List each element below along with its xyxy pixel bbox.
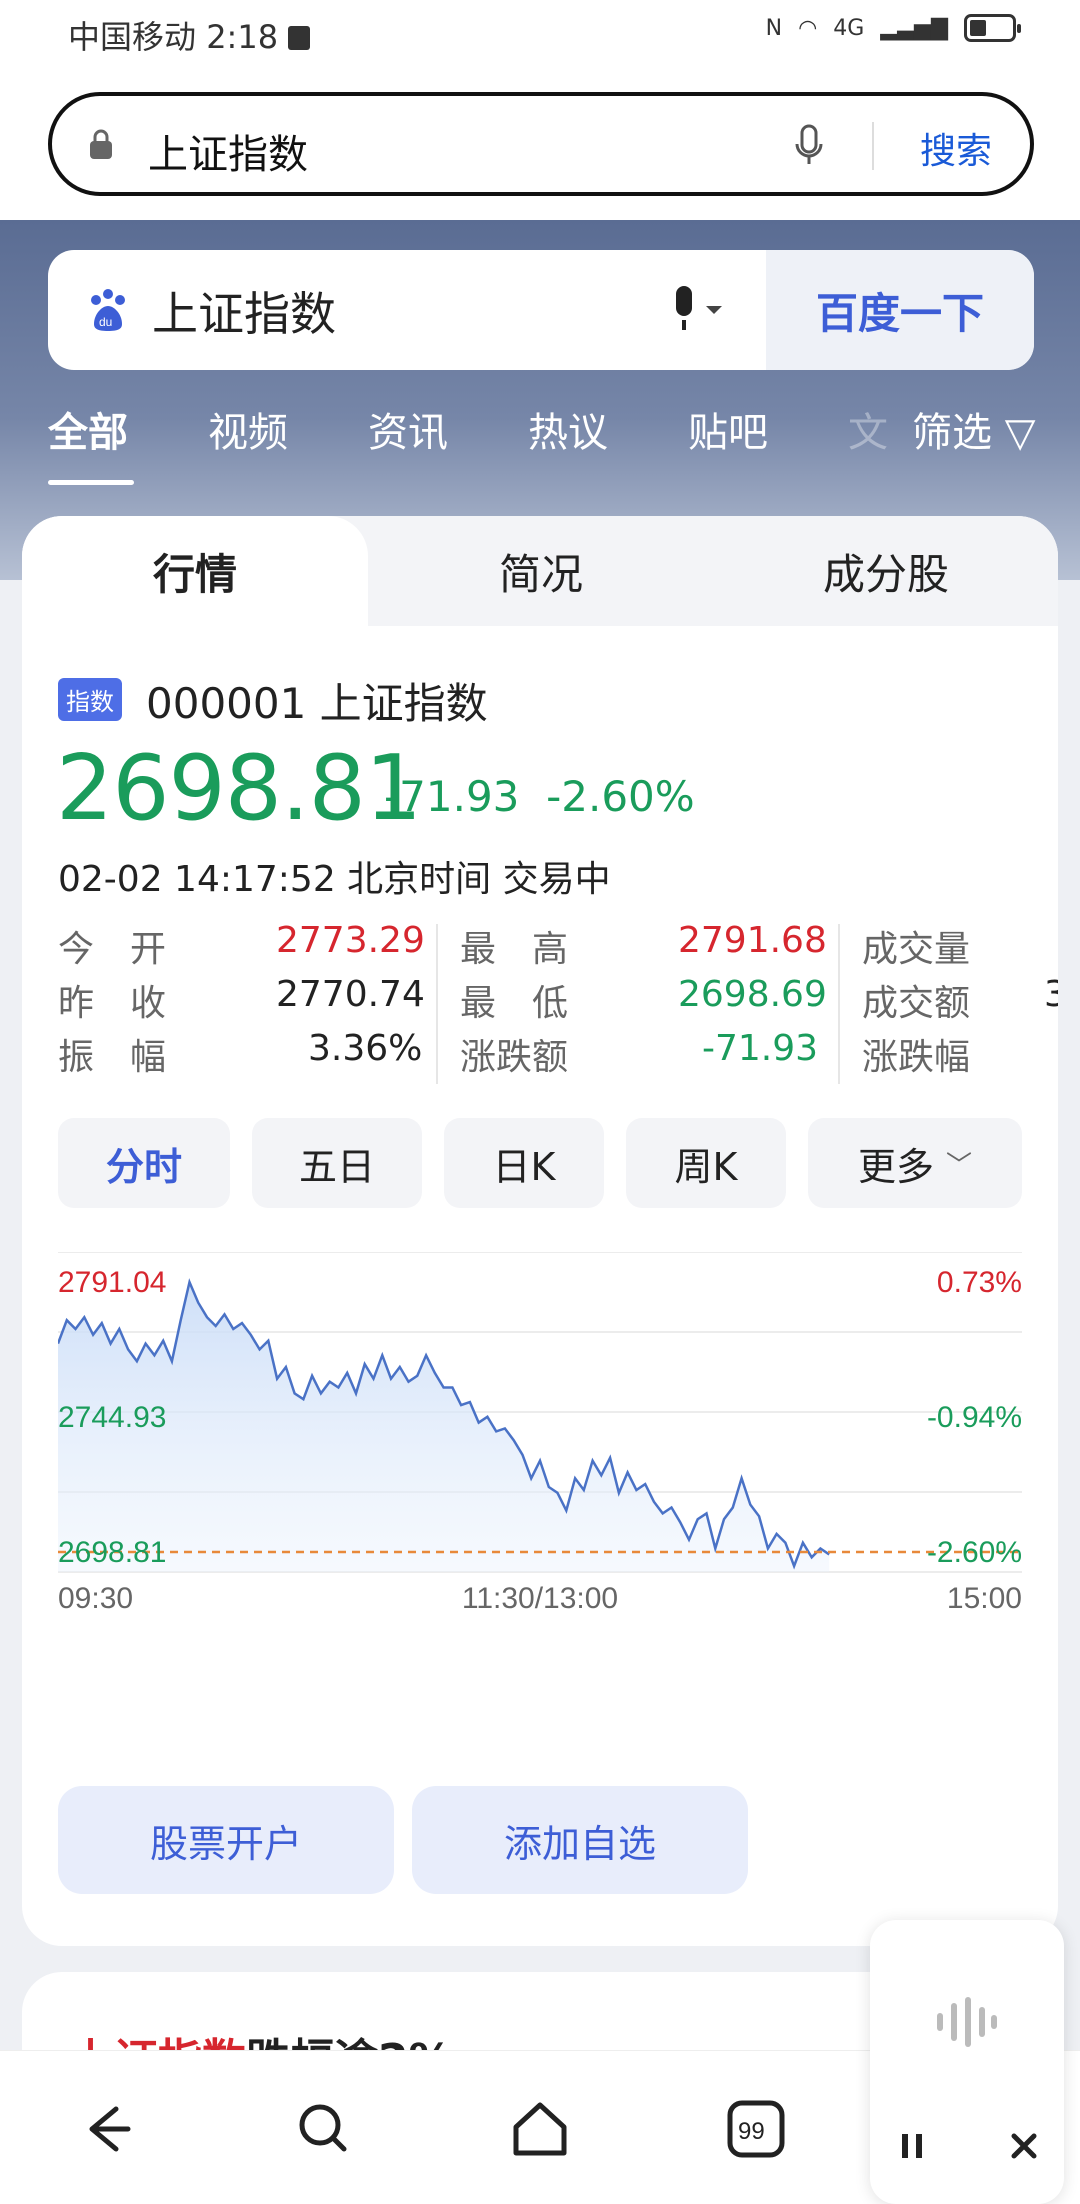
intraday-chart[interactable]: 2791.04 2744.93 2698.81 0.73% -0.94% -2.60% 09… bbox=[58, 1252, 1022, 1612]
more-label: 更多 bbox=[857, 1144, 934, 1189]
baidu-search-box[interactable]: du 上证指数 百度一下 bbox=[48, 250, 1034, 370]
home-icon[interactable] bbox=[500, 2089, 580, 2169]
stock-card: 行情 简况 成分股 指数 000001 上证指数 2698.81 -71.93 … bbox=[22, 516, 1058, 1946]
baidu-query-text[interactable]: 上证指数 bbox=[152, 278, 336, 344]
volume-label: 成交量 bbox=[862, 929, 971, 970]
turnover-value-cut: 3 bbox=[1044, 974, 1058, 1015]
change-pct-label: 涨跌幅 bbox=[862, 1037, 971, 1078]
tab-all[interactable]: 全部 bbox=[48, 400, 128, 458]
period-intraday[interactable]: 分时 bbox=[58, 1118, 230, 1208]
subtab-quote[interactable]: 行情 bbox=[22, 516, 368, 626]
nfc-icon: N bbox=[765, 15, 783, 41]
chevron-down-icon: ﹀ bbox=[946, 1150, 973, 1181]
quote-timestamp: 02-02 14:17:52 北京时间 交易中 bbox=[58, 859, 611, 900]
filter-label: 筛选 bbox=[912, 410, 992, 456]
amplitude-label: 振 幅 bbox=[58, 1037, 167, 1078]
search-icon[interactable] bbox=[284, 2089, 364, 2169]
tab-video[interactable]: 视频 bbox=[208, 400, 288, 458]
y-left-tick-label: 2698.81 bbox=[58, 1536, 166, 1569]
change-amount-label: 涨跌额 bbox=[460, 1037, 569, 1078]
voice-assistant-panel[interactable] bbox=[870, 1920, 1064, 2204]
signal-icon: ▂▃▅▇ bbox=[880, 15, 948, 41]
tab-wenku[interactable]: 文 bbox=[848, 400, 888, 458]
change-percent: -2.60% bbox=[546, 772, 695, 821]
active-tab-indicator bbox=[48, 480, 134, 485]
network-label: 4G bbox=[833, 15, 865, 41]
period-5day[interactable]: 五日 bbox=[252, 1118, 422, 1208]
high-label: 最 高 bbox=[460, 929, 569, 970]
y-right-tick-label: -2.60% bbox=[927, 1536, 1022, 1569]
filter-button[interactable]: 筛选 ▽ bbox=[912, 400, 1035, 458]
stock-code-name: 000001 上证指数 bbox=[146, 679, 488, 728]
current-price: 2698.81 bbox=[56, 736, 422, 841]
tabs-count-icon[interactable]: 99 bbox=[716, 2089, 796, 2169]
microphone-icon[interactable] bbox=[794, 122, 824, 170]
close-icon[interactable] bbox=[1004, 2126, 1044, 2166]
period-more[interactable]: 更多 ﹀ bbox=[808, 1118, 1022, 1208]
subtab-overview[interactable]: 简况 bbox=[368, 516, 714, 626]
price-change: -71.93 -2.60% bbox=[384, 772, 695, 821]
baidu-paw-icon: du bbox=[91, 289, 125, 331]
prev-close-value: 2770.74 bbox=[276, 974, 425, 1015]
divider bbox=[872, 122, 874, 170]
low-value: 2698.69 bbox=[678, 974, 827, 1015]
status-carrier: 中国移动 2:18 bbox=[68, 12, 311, 58]
high-value: 2791.68 bbox=[678, 920, 827, 961]
filter-icon: ▽ bbox=[1004, 410, 1036, 456]
svg-text:99: 99 bbox=[738, 2118, 765, 2145]
lock-icon bbox=[90, 129, 112, 159]
index-badge: 指数 bbox=[58, 678, 122, 721]
back-icon[interactable] bbox=[68, 2089, 148, 2169]
voice-wave-icon bbox=[937, 1997, 997, 2047]
x-tick-label: 11:30/13:00 bbox=[462, 1582, 618, 1612]
prev-close-label: 昨 收 bbox=[58, 983, 167, 1024]
y-left-tick-label: 2744.93 bbox=[58, 1401, 166, 1434]
result-tabs: 全部 视频 资讯 热议 贴吧 文 筛选 ▽ bbox=[48, 400, 1048, 485]
stats-divider bbox=[436, 924, 438, 1084]
price-area bbox=[58, 1282, 830, 1572]
tab-discussion[interactable]: 热议 bbox=[528, 400, 608, 458]
address-text[interactable]: 上证指数 bbox=[148, 122, 308, 180]
tab-news[interactable]: 资讯 bbox=[368, 400, 448, 458]
turnover-label: 成交额 bbox=[862, 983, 971, 1024]
stock-subtabs: 行情 简况 成分股 bbox=[22, 516, 1058, 626]
amplitude-value: 3.36% bbox=[308, 1028, 423, 1069]
status-icons: N ◠ 4G ▂▃▅▇ bbox=[765, 14, 1021, 42]
y-left-tick-label: 2791.04 bbox=[58, 1266, 166, 1299]
open-account-button[interactable]: 股票开户 bbox=[58, 1786, 394, 1894]
x-tick-label: 15:00 bbox=[947, 1582, 1022, 1612]
baidu-search-button[interactable]: 百度一下 bbox=[766, 250, 1034, 370]
period-daily-k[interactable]: 日K bbox=[444, 1118, 604, 1208]
low-label: 最 低 bbox=[460, 983, 569, 1024]
subtab-constituents[interactable]: 成分股 bbox=[714, 516, 1058, 626]
change-value: -71.93 bbox=[384, 772, 520, 821]
y-right-tick-label: 0.73% bbox=[937, 1266, 1022, 1299]
add-watchlist-button[interactable]: 添加自选 bbox=[412, 1786, 748, 1894]
pause-icon[interactable] bbox=[892, 2126, 932, 2166]
upload-icon bbox=[288, 26, 311, 50]
x-tick-label: 09:30 bbox=[58, 1582, 133, 1612]
tab-tieba[interactable]: 贴吧 bbox=[688, 400, 768, 458]
status-bar: 中国移动 2:18 N ◠ 4G ▂▃▅▇ bbox=[0, 0, 1080, 80]
browser-toolbar: 上证指数 搜索 bbox=[0, 80, 1080, 220]
browser-search-button[interactable]: 搜索 bbox=[920, 122, 992, 174]
open-value: 2773.29 bbox=[276, 920, 425, 961]
change-amount-value: -71.93 bbox=[702, 1028, 819, 1069]
stats-divider bbox=[838, 924, 840, 1084]
y-right-tick-label: -0.94% bbox=[927, 1401, 1022, 1434]
open-label: 今 开 bbox=[58, 929, 167, 970]
period-weekly-k[interactable]: 周K bbox=[626, 1118, 786, 1208]
voice-search-icon[interactable] bbox=[668, 280, 728, 340]
svg-text:du: du bbox=[99, 315, 112, 329]
battery-icon bbox=[964, 14, 1021, 42]
address-bar[interactable]: 上证指数 搜索 bbox=[48, 92, 1034, 196]
wifi-icon: ◠ bbox=[798, 15, 818, 41]
